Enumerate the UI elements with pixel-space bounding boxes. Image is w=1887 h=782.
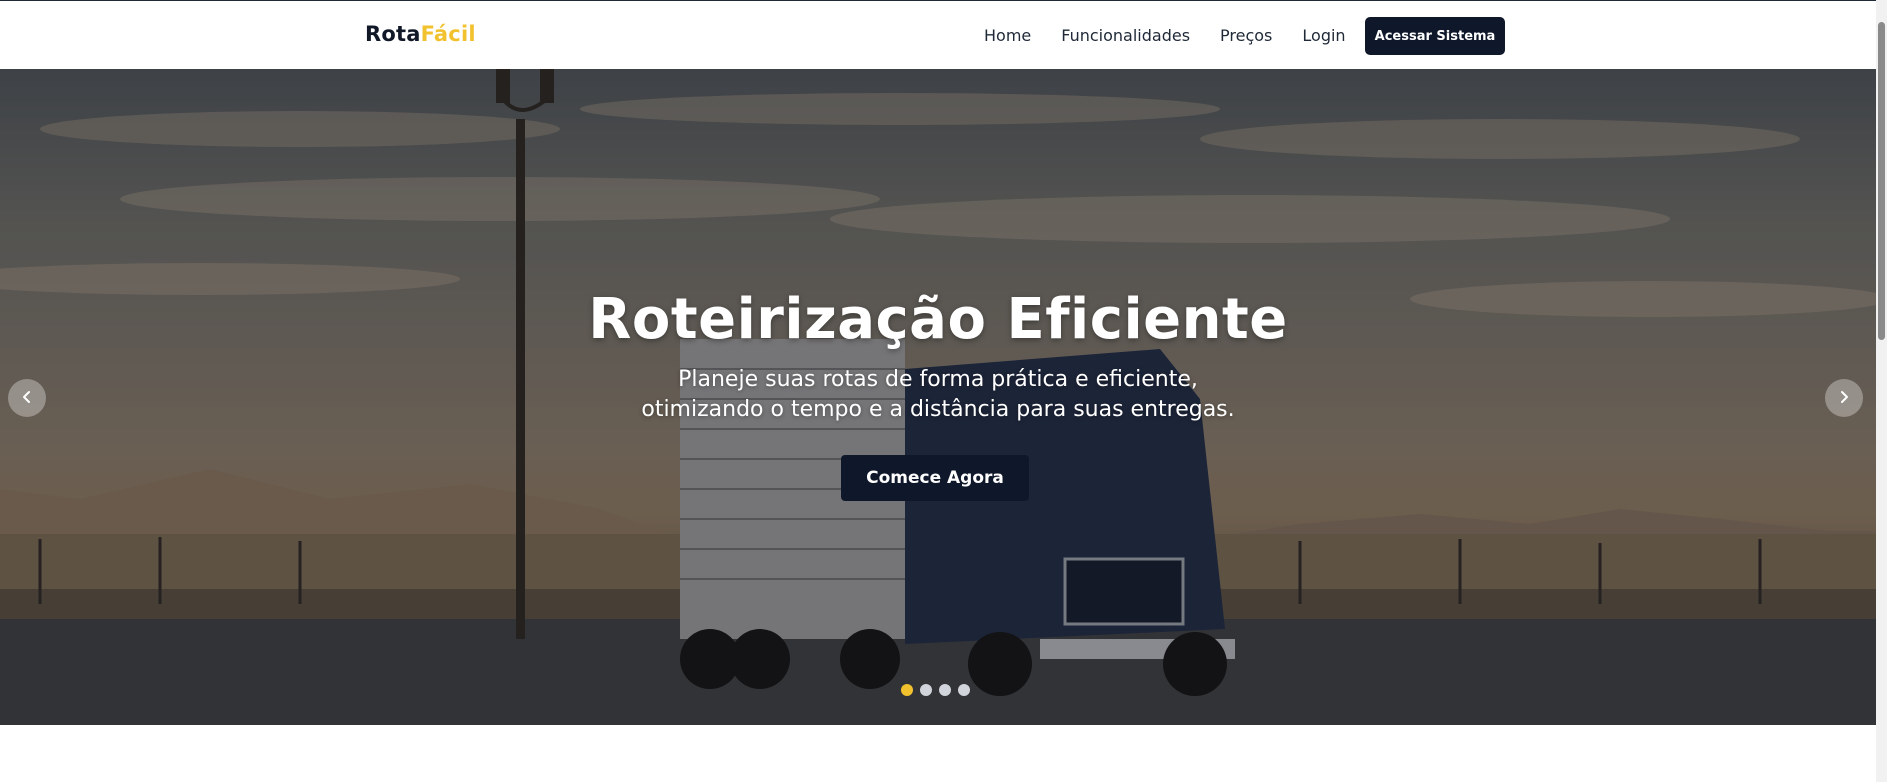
hero-subtitle-line-2: otimizando o tempo e a distância para su… <box>641 397 1235 422</box>
scrollbar-thumb[interactable] <box>1878 22 1885 340</box>
carousel-dot-1[interactable] <box>901 684 913 696</box>
brand-part-1: Rota <box>365 22 421 46</box>
chevron-right-icon <box>1837 389 1851 408</box>
carousel-next-button[interactable] <box>1825 379 1863 417</box>
carousel-prev-button[interactable] <box>8 379 46 417</box>
chevron-left-icon <box>20 389 34 408</box>
carousel-dot-4[interactable] <box>958 684 970 696</box>
hero-title: Roteirização Eficiente <box>588 287 1288 352</box>
carousel-indicators <box>901 684 970 696</box>
access-system-button[interactable]: Acessar Sistema <box>1365 17 1505 55</box>
hero-subtitle-line-1: Planeje suas rotas de forma prática e ef… <box>678 367 1198 392</box>
nav-link-funcionalidades[interactable]: Funcionalidades <box>1061 26 1190 45</box>
hero-carousel: Roteirização Eficiente Planeje suas rota… <box>0 69 1876 725</box>
brand-part-2: Fácil <box>420 22 476 46</box>
carousel-dot-2[interactable] <box>920 684 932 696</box>
page-scrollbar[interactable] <box>1876 0 1887 782</box>
brand-logo[interactable]: RotaFácil <box>365 22 476 46</box>
main-nav: Home Funcionalidades Preços Login <box>984 1 1346 70</box>
nav-link-precos[interactable]: Preços <box>1220 26 1272 45</box>
carousel-dot-3[interactable] <box>939 684 951 696</box>
top-navbar: RotaFácil Home Funcionalidades Preços Lo… <box>0 0 1876 69</box>
hero-subtitle: Planeje suas rotas de forma prática e ef… <box>0 365 1876 425</box>
nav-link-home[interactable]: Home <box>984 26 1031 45</box>
get-started-button[interactable]: Comece Agora <box>841 455 1029 501</box>
nav-link-login[interactable]: Login <box>1302 26 1345 45</box>
